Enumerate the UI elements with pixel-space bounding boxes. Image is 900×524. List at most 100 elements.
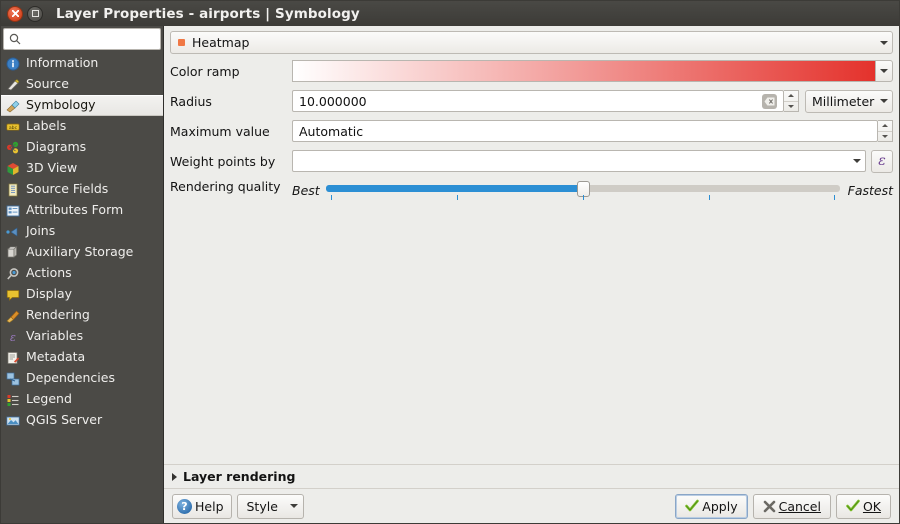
rendering-quality-slider[interactable] <box>325 179 840 203</box>
expression-editor-button[interactable]: ɛ <box>871 149 893 173</box>
dialog-button-bar: ? Help Style Apply Cancel OK <box>164 488 899 523</box>
radius-unit-value: Millimeter <box>812 93 875 109</box>
rendering-quality-control: Best Fastest <box>292 179 893 203</box>
sidebar-item-display[interactable]: Display <box>1 284 163 305</box>
color-ramp-preview[interactable] <box>292 60 875 82</box>
display-icon <box>5 287 21 303</box>
color-ramp-dropdown-button[interactable] <box>875 60 893 82</box>
sidebar-item-attributes-form[interactable]: Attributes Form <box>1 200 163 221</box>
sidebar-item-rendering[interactable]: Rendering <box>1 305 163 326</box>
sidebar-item-auxiliary-storage[interactable]: Auxiliary Storage <box>1 242 163 263</box>
maximum-value-stepper[interactable] <box>878 120 893 142</box>
sidebar-item-label: Symbology <box>26 97 96 113</box>
maximum-value-control: Automatic <box>292 120 893 142</box>
layer-rendering-label: Layer rendering <box>183 469 296 484</box>
caret-up-icon <box>882 124 888 128</box>
search-input[interactable] <box>25 31 155 47</box>
3d-view-icon <box>5 161 21 177</box>
sidebar-item-label: Legend <box>26 391 72 407</box>
help-button[interactable]: ? Help <box>172 493 232 519</box>
sidebar-item-label: Variables <box>26 328 84 344</box>
maximum-value-stepper-up[interactable] <box>878 121 892 132</box>
sidebar-item-actions[interactable]: Actions <box>1 263 163 284</box>
window-title: Layer Properties - airports | Symbology <box>56 5 360 22</box>
sidebar-item-label: QGIS Server <box>26 412 103 428</box>
weight-points-by-combo[interactable] <box>292 150 866 172</box>
maximize-window-button[interactable] <box>27 5 43 22</box>
sidebar-nav-list: Information Source Symbology abc Labels … <box>1 53 163 523</box>
help-icon: ? <box>177 498 192 514</box>
sidebar-item-label: Source Fields <box>26 181 109 197</box>
sidebar-item-information[interactable]: Information <box>1 53 163 74</box>
sidebar-item-label: 3D View <box>26 160 78 176</box>
slider-fill <box>325 185 583 192</box>
apply-button[interactable]: Apply <box>675 493 748 519</box>
symbology-panel: Heatmap Color ramp Radius 10.000000 Mill… <box>163 26 899 523</box>
chevron-down-icon <box>880 99 888 103</box>
sidebar-item-label: Auxiliary Storage <box>26 244 134 260</box>
check-icon <box>685 499 700 513</box>
radius-label: Radius <box>170 93 212 109</box>
color-ramp-label: Color ramp <box>170 63 240 79</box>
rendering-quality-max-label: Fastest <box>847 183 893 198</box>
layer-rendering-section[interactable]: Layer rendering <box>164 464 899 488</box>
maximum-value-stepper-down[interactable] <box>878 132 892 142</box>
sidebar-item-source[interactable]: Source <box>1 74 163 95</box>
legend-icon <box>5 392 21 408</box>
style-button[interactable]: Style <box>236 493 304 519</box>
sidebar-item-diagrams[interactable]: Diagrams <box>1 137 163 158</box>
variables-icon: ε <box>5 329 21 345</box>
sidebar-item-joins[interactable]: Joins <box>1 221 163 242</box>
cancel-button-label: Cancel <box>778 498 821 514</box>
maximum-value-label: Maximum value <box>170 123 270 139</box>
clear-icon[interactable] <box>762 93 777 109</box>
chevron-down-icon <box>880 40 888 45</box>
attributes-form-icon <box>5 203 21 219</box>
caret-down-icon <box>882 134 888 138</box>
sidebar-item-dependencies[interactable]: Dependencies <box>1 368 163 389</box>
sidebar-item-3d-view[interactable]: 3D View <box>1 158 163 179</box>
color-ramp-row: Color ramp <box>170 59 893 83</box>
source-icon <box>5 77 21 93</box>
sidebar-item-variables[interactable]: ε Variables <box>1 326 163 347</box>
chevron-down-icon <box>880 69 888 73</box>
maximum-value-text: Automatic <box>299 123 364 139</box>
sidebar-item-label: Joins <box>26 223 56 239</box>
renderer-type-combo[interactable]: Heatmap <box>170 31 893 54</box>
sidebar-item-label: Labels <box>26 118 67 134</box>
actions-icon <box>5 266 21 282</box>
source-fields-icon <box>5 182 21 198</box>
apply-button-label: Apply <box>702 498 738 514</box>
check-icon <box>846 499 860 513</box>
color-ramp-widget[interactable] <box>292 60 893 82</box>
maximum-value-input[interactable]: Automatic <box>292 120 878 142</box>
sidebar-item-label: Rendering <box>26 307 90 323</box>
sidebar-item-metadata[interactable]: Metadata <box>1 347 163 368</box>
ok-button[interactable]: OK <box>835 493 891 519</box>
radius-value: 10.000000 <box>299 93 367 109</box>
sidebar-search-wrapper <box>1 26 163 50</box>
qgis-server-icon <box>5 413 21 429</box>
weight-points-by-row: Weight points by ɛ <box>170 149 893 173</box>
rendering-icon <box>5 308 21 324</box>
close-window-button[interactable] <box>7 5 23 22</box>
weight-points-by-control: ɛ <box>292 149 893 173</box>
radius-unit-combo[interactable]: Millimeter <box>805 89 893 113</box>
radius-stepper[interactable] <box>784 90 799 112</box>
renderer-type-value: Heatmap <box>192 35 250 50</box>
sidebar-item-source-fields[interactable]: Source Fields <box>1 179 163 200</box>
cancel-button[interactable]: Cancel <box>752 493 831 519</box>
sidebar-item-qgis-server[interactable]: QGIS Server <box>1 410 163 431</box>
radius-stepper-down[interactable] <box>784 102 798 112</box>
svg-text:ε: ε <box>10 331 16 344</box>
sidebar-item-label: Display <box>26 286 73 302</box>
sidebar-item-legend[interactable]: Legend <box>1 389 163 410</box>
radius-row: Radius 10.000000 Millimeter <box>170 89 893 113</box>
cross-icon <box>763 500 776 513</box>
radius-input[interactable]: 10.000000 <box>292 90 784 112</box>
sidebar-item-symbology[interactable]: Symbology <box>1 95 163 116</box>
search-box[interactable] <box>3 28 161 50</box>
radius-stepper-up[interactable] <box>784 91 798 102</box>
sidebar-item-labels[interactable]: abc Labels <box>1 116 163 137</box>
title-bar: Layer Properties - airports | Symbology <box>1 1 899 26</box>
